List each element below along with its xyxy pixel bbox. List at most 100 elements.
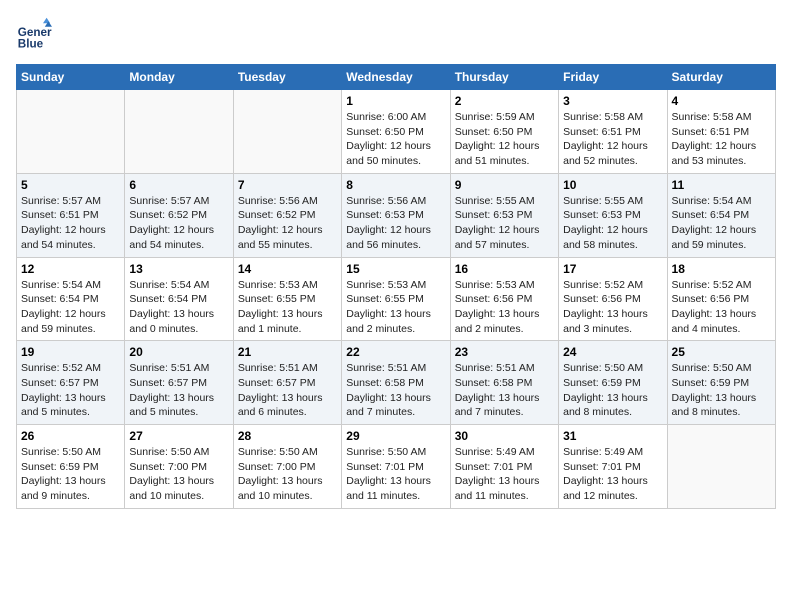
- weekday-header: Monday: [125, 65, 233, 90]
- day-number: 18: [672, 262, 771, 276]
- calendar-cell: 21 Sunrise: 5:51 AM Sunset: 6:57 PM Dayli…: [233, 341, 341, 425]
- calendar-cell: 7 Sunrise: 5:56 AM Sunset: 6:52 PM Daylig…: [233, 173, 341, 257]
- day-info: Sunrise: 5:51 AM Sunset: 6:58 PM Dayligh…: [455, 361, 554, 420]
- calendar-cell: 31 Sunrise: 5:49 AM Sunset: 7:01 PM Dayli…: [559, 425, 667, 509]
- day-number: 6: [129, 178, 228, 192]
- calendar-cell: 12Sunrise: 5:54 AM Sunset: 6:54 PM Dayli…: [17, 257, 125, 341]
- day-info: Sunrise: 5:53 AM Sunset: 6:56 PM Dayligh…: [455, 278, 554, 337]
- calendar-cell: [125, 90, 233, 174]
- day-info: Sunrise: 5:50 AM Sunset: 7:00 PM Dayligh…: [129, 445, 228, 504]
- calendar-cell: 11 Sunrise: 5:54 AM Sunset: 6:54 PM Dayli…: [667, 173, 775, 257]
- page-header: General Blue: [16, 16, 776, 52]
- day-info: Sunrise: 5:52 AM Sunset: 6:56 PM Dayligh…: [672, 278, 771, 337]
- day-number: 21: [238, 345, 337, 359]
- calendar-cell: 4Sunrise: 5:58 AM Sunset: 6:51 PM Daylig…: [667, 90, 775, 174]
- day-number: 7: [238, 178, 337, 192]
- calendar-cell: 29 Sunrise: 5:50 AM Sunset: 7:01 PM Dayli…: [342, 425, 450, 509]
- calendar-cell: 28 Sunrise: 5:50 AM Sunset: 7:00 PM Dayli…: [233, 425, 341, 509]
- weekday-header: Tuesday: [233, 65, 341, 90]
- weekday-header: Wednesday: [342, 65, 450, 90]
- calendar-cell: 27 Sunrise: 5:50 AM Sunset: 7:00 PM Dayli…: [125, 425, 233, 509]
- day-number: 30: [455, 429, 554, 443]
- day-info: Sunrise: 5:54 AM Sunset: 6:54 PM Dayligh…: [129, 278, 228, 337]
- day-number: 15: [346, 262, 445, 276]
- weekday-header: Sunday: [17, 65, 125, 90]
- calendar-cell: 20 Sunrise: 5:51 AM Sunset: 6:57 PM Dayli…: [125, 341, 233, 425]
- calendar-cell: 19Sunrise: 5:52 AM Sunset: 6:57 PM Dayli…: [17, 341, 125, 425]
- calendar-cell: 6 Sunrise: 5:57 AM Sunset: 6:52 PM Daylig…: [125, 173, 233, 257]
- day-info: Sunrise: 5:51 AM Sunset: 6:58 PM Dayligh…: [346, 361, 445, 420]
- calendar-cell: [17, 90, 125, 174]
- calendar-header-row: SundayMondayTuesdayWednesdayThursdayFrid…: [17, 65, 776, 90]
- calendar-week-row: 1Sunrise: 6:00 AM Sunset: 6:50 PM Daylig…: [17, 90, 776, 174]
- calendar-table: SundayMondayTuesdayWednesdayThursdayFrid…: [16, 64, 776, 509]
- svg-text:Blue: Blue: [18, 38, 44, 51]
- day-number: 25: [672, 345, 771, 359]
- calendar-cell: [667, 425, 775, 509]
- calendar-cell: 25 Sunrise: 5:50 AM Sunset: 6:59 PM Dayli…: [667, 341, 775, 425]
- day-number: 16: [455, 262, 554, 276]
- day-number: 23: [455, 345, 554, 359]
- day-info: Sunrise: 5:58 AM Sunset: 6:51 PM Dayligh…: [563, 110, 662, 169]
- calendar-week-row: 19Sunrise: 5:52 AM Sunset: 6:57 PM Dayli…: [17, 341, 776, 425]
- calendar-cell: [233, 90, 341, 174]
- day-number: 1: [346, 94, 445, 108]
- day-info: Sunrise: 5:52 AM Sunset: 6:57 PM Dayligh…: [21, 361, 120, 420]
- logo-icon: General Blue: [16, 16, 52, 52]
- day-number: 24: [563, 345, 662, 359]
- day-number: 31: [563, 429, 662, 443]
- calendar-cell: 22 Sunrise: 5:51 AM Sunset: 6:58 PM Dayli…: [342, 341, 450, 425]
- day-info: Sunrise: 5:55 AM Sunset: 6:53 PM Dayligh…: [563, 194, 662, 253]
- day-number: 20: [129, 345, 228, 359]
- day-info: Sunrise: 5:51 AM Sunset: 6:57 PM Dayligh…: [129, 361, 228, 420]
- calendar-week-row: 5Sunrise: 5:57 AM Sunset: 6:51 PM Daylig…: [17, 173, 776, 257]
- weekday-header: Saturday: [667, 65, 775, 90]
- calendar-cell: 1Sunrise: 6:00 AM Sunset: 6:50 PM Daylig…: [342, 90, 450, 174]
- calendar-cell: 24 Sunrise: 5:50 AM Sunset: 6:59 PM Dayli…: [559, 341, 667, 425]
- calendar-cell: 23 Sunrise: 5:51 AM Sunset: 6:58 PM Dayli…: [450, 341, 558, 425]
- day-number: 13: [129, 262, 228, 276]
- day-info: Sunrise: 5:57 AM Sunset: 6:51 PM Dayligh…: [21, 194, 120, 253]
- day-info: Sunrise: 5:58 AM Sunset: 6:51 PM Dayligh…: [672, 110, 771, 169]
- calendar-cell: 9Sunrise: 5:55 AM Sunset: 6:53 PM Daylig…: [450, 173, 558, 257]
- calendar-week-row: 12 Sunrise: 5:54 AM Sunset: 6:54 PM Dayli…: [17, 257, 776, 341]
- day-info: Sunrise: 5:59 AM Sunset: 6:50 PM Dayligh…: [455, 110, 554, 169]
- day-info: Sunrise: 5:56 AM Sunset: 6:53 PM Dayligh…: [346, 194, 445, 253]
- calendar-cell: 13 Sunrise: 5:54 AM Sunset: 6:54 PM Dayli…: [125, 257, 233, 341]
- day-info: Sunrise: 5:56 AM Sunset: 6:52 PM Dayligh…: [238, 194, 337, 253]
- day-number: 28: [238, 429, 337, 443]
- day-number: 9: [455, 178, 554, 192]
- calendar-cell: 8 Sunrise: 5:56 AM Sunset: 6:53 PM Daylig…: [342, 173, 450, 257]
- calendar-cell: 18 Sunrise: 5:52 AM Sunset: 6:56 PM Dayli…: [667, 257, 775, 341]
- calendar-cell: 17 Sunrise: 5:52 AM Sunset: 6:56 PM Dayli…: [559, 257, 667, 341]
- day-number: 12: [21, 262, 120, 276]
- day-info: Sunrise: 5:57 AM Sunset: 6:52 PM Dayligh…: [129, 194, 228, 253]
- calendar-cell: 30 Sunrise: 5:49 AM Sunset: 7:01 PM Dayli…: [450, 425, 558, 509]
- day-number: 27: [129, 429, 228, 443]
- day-info: Sunrise: 5:49 AM Sunset: 7:01 PM Dayligh…: [563, 445, 662, 504]
- day-info: Sunrise: 5:49 AM Sunset: 7:01 PM Dayligh…: [455, 445, 554, 504]
- calendar-cell: 2Sunrise: 5:59 AM Sunset: 6:50 PM Daylig…: [450, 90, 558, 174]
- day-info: Sunrise: 5:51 AM Sunset: 6:57 PM Dayligh…: [238, 361, 337, 420]
- calendar-cell: 15Sunrise: 5:53 AM Sunset: 6:55 PM Dayli…: [342, 257, 450, 341]
- day-info: Sunrise: 5:50 AM Sunset: 7:01 PM Dayligh…: [346, 445, 445, 504]
- day-info: Sunrise: 5:52 AM Sunset: 6:56 PM Dayligh…: [563, 278, 662, 337]
- calendar-cell: 16 Sunrise: 5:53 AM Sunset: 6:56 PM Dayli…: [450, 257, 558, 341]
- calendar-week-row: 26 Sunrise: 5:50 AM Sunset: 6:59 PM Dayli…: [17, 425, 776, 509]
- day-number: 22: [346, 345, 445, 359]
- day-number: 8: [346, 178, 445, 192]
- logo: General Blue: [16, 16, 52, 52]
- day-number: 29: [346, 429, 445, 443]
- calendar-cell: 14Sunrise: 5:53 AM Sunset: 6:55 PM Dayli…: [233, 257, 341, 341]
- day-number: 17: [563, 262, 662, 276]
- day-number: 26: [21, 429, 120, 443]
- day-number: 11: [672, 178, 771, 192]
- day-info: Sunrise: 5:50 AM Sunset: 6:59 PM Dayligh…: [563, 361, 662, 420]
- day-info: Sunrise: 5:50 AM Sunset: 7:00 PM Dayligh…: [238, 445, 337, 504]
- day-info: Sunrise: 5:50 AM Sunset: 6:59 PM Dayligh…: [672, 361, 771, 420]
- day-info: Sunrise: 5:53 AM Sunset: 6:55 PM Dayligh…: [238, 278, 337, 337]
- day-number: 3: [563, 94, 662, 108]
- weekday-header: Friday: [559, 65, 667, 90]
- day-info: Sunrise: 5:54 AM Sunset: 6:54 PM Dayligh…: [672, 194, 771, 253]
- day-info: Sunrise: 5:50 AM Sunset: 6:59 PM Dayligh…: [21, 445, 120, 504]
